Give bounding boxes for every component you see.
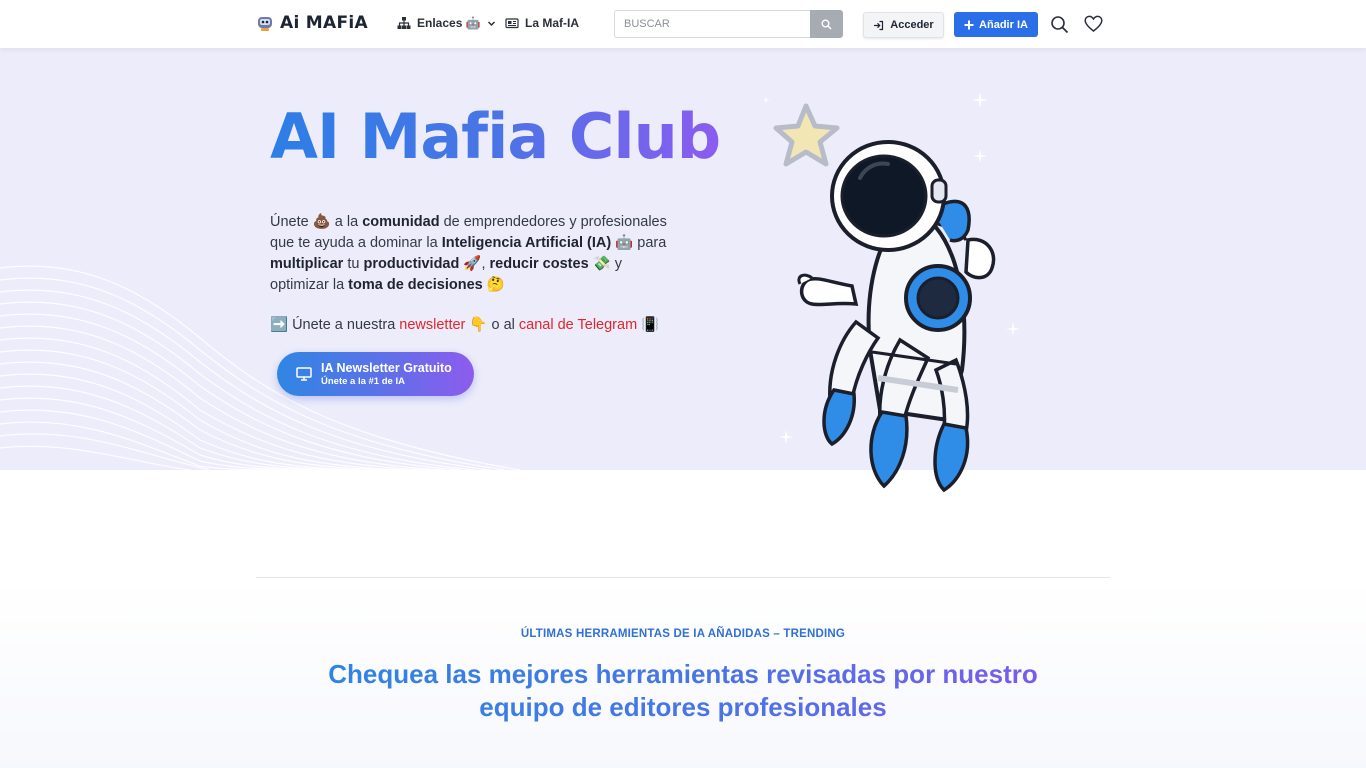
top-navbar: Ai MAFiA Enlaces 🤖 La Maf-IA BUSCAR Acce… xyxy=(0,0,1366,48)
desc-text: 🚀, xyxy=(459,256,490,272)
hero-cta-text: ➡️ Únete a nuestra newsletter 👇 o al can… xyxy=(270,316,659,333)
astronaut-rocket-illustration xyxy=(773,103,996,493)
cta-text: 📳 xyxy=(637,317,660,333)
heart-icon xyxy=(1083,15,1103,32)
section-divider xyxy=(256,577,1110,578)
nav-link-enlaces-label: Enlaces 🤖 xyxy=(417,16,481,30)
nav-link-enlaces[interactable]: Enlaces 🤖 xyxy=(397,16,496,30)
desc-text: 🤔 xyxy=(482,277,505,293)
header-search-button[interactable] xyxy=(1048,13,1070,35)
desc-bold: reducir costes xyxy=(489,256,589,272)
newsletter-button-subtitle: Únete a la #1 de IA xyxy=(321,375,405,387)
login-button[interactable]: Acceder xyxy=(863,12,944,38)
desc-bold: toma de decisiones xyxy=(348,277,483,293)
search-icon xyxy=(1050,15,1068,33)
telegram-link[interactable]: canal de Telegram xyxy=(519,317,637,333)
newsletter-button[interactable]: IA Newsletter Gratuito Únete a la #1 de … xyxy=(277,352,474,396)
newsletter-button-text: IA Newsletter Gratuito Únete a la #1 de … xyxy=(321,361,452,388)
desc-bold: Inteligencia Artificial (IA) xyxy=(441,235,612,251)
monitor-icon xyxy=(296,367,312,381)
sign-in-icon xyxy=(874,20,884,30)
hero-description: Únete 💩 a la comunidad de emprendedores … xyxy=(270,212,670,296)
desc-text: tu xyxy=(343,256,364,272)
newsletter-button-title: IA Newsletter Gratuito xyxy=(321,360,452,375)
add-ai-button[interactable]: Añadir IA xyxy=(954,12,1038,37)
login-button-label: Acceder xyxy=(890,19,934,31)
cta-text: ➡️ Únete a nuestra xyxy=(270,317,400,333)
brand-logo[interactable]: Ai MAFiA xyxy=(256,13,368,33)
star-shape xyxy=(773,103,840,167)
newspaper-icon xyxy=(505,18,519,29)
desc-bold: multiplicar xyxy=(270,256,344,272)
plus-icon xyxy=(964,20,974,29)
desc-bold: productividad xyxy=(363,256,460,272)
desc-text: 🤖 para xyxy=(611,235,667,251)
search-submit-button[interactable] xyxy=(810,10,843,38)
add-ai-button-label: Añadir IA xyxy=(979,18,1028,31)
nav-link-la-maf-ia-label: La Maf-IA xyxy=(525,16,579,30)
cta-text: 👇 o al xyxy=(465,317,519,333)
newsletter-link[interactable]: newsletter xyxy=(399,317,465,333)
hero-section: AI Mafia Club Únete 💩 a la comunidad de … xyxy=(0,48,1366,470)
search-input[interactable] xyxy=(614,10,810,38)
desc-text: Únete 💩 a la xyxy=(270,214,363,230)
search-form xyxy=(614,10,843,38)
section-eyebrow: ÚLTIMAS HERRAMIENTAS DE IA AÑADIDAS – TR… xyxy=(520,628,846,640)
section-title: Chequea las mejores herramientas revisad… xyxy=(283,658,1083,724)
hero-title: AI Mafia Club xyxy=(270,100,721,173)
search-icon xyxy=(821,19,832,30)
favorites-button[interactable] xyxy=(1082,13,1104,35)
chevron-down-icon xyxy=(487,20,495,26)
nav-link-la-maf-ia[interactable]: La Maf-IA xyxy=(505,16,579,30)
desc-bold: comunidad xyxy=(362,214,440,230)
sitemap-icon xyxy=(397,17,411,29)
robot-icon xyxy=(258,17,272,31)
brand-name: Ai MAFiA xyxy=(280,13,368,33)
